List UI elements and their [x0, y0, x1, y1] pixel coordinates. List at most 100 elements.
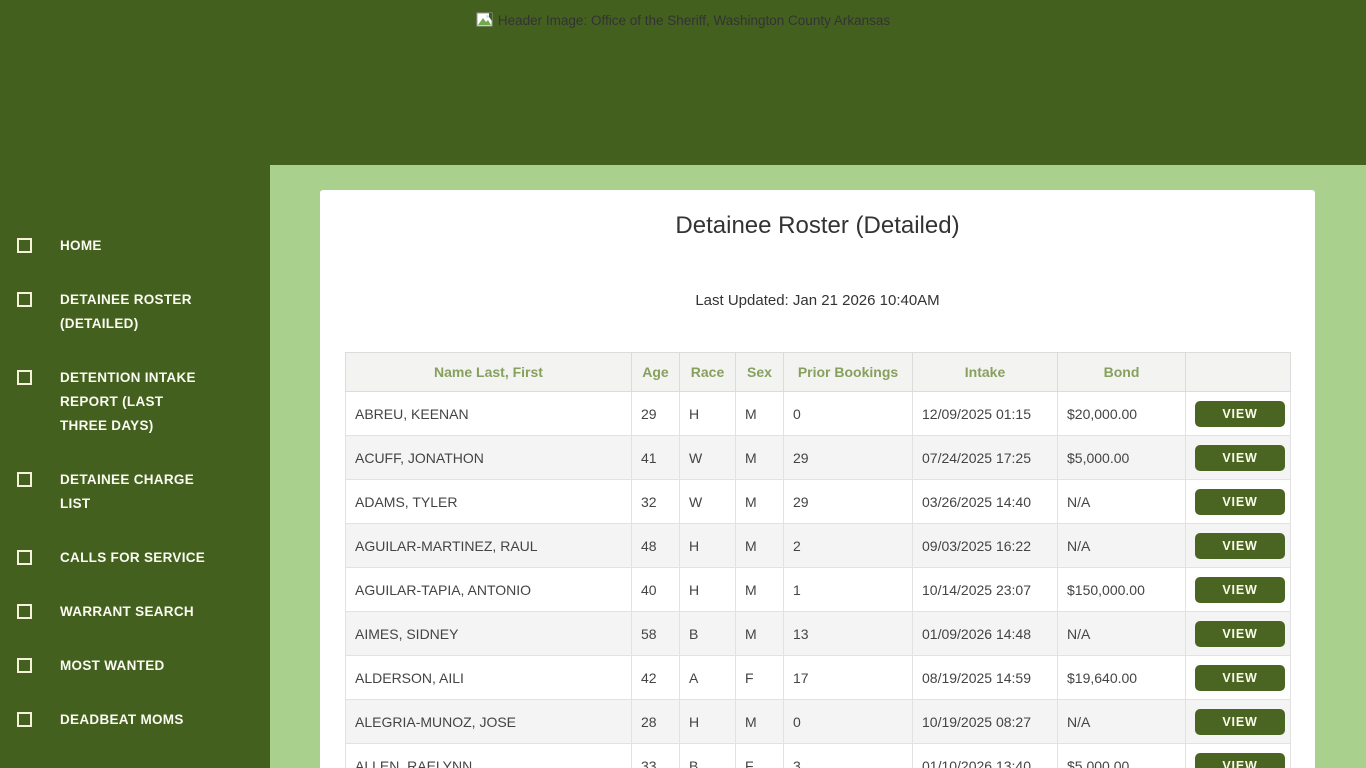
cell-prior-bookings: 17	[783, 655, 913, 700]
table-row: ALEGRIA-MUNOZ, JOSE 28 H M 0 10/19/2025 …	[345, 699, 1291, 744]
cell-race: H	[679, 699, 736, 744]
cell-bond: $20,000.00	[1057, 391, 1186, 436]
cell-race: H	[679, 391, 736, 436]
cell-prior-bookings: 29	[783, 435, 913, 480]
cell-prior-bookings: 13	[783, 611, 913, 656]
cell-race: H	[679, 567, 736, 612]
column-header: Intake	[912, 352, 1058, 392]
cell-name: AGUILAR-TAPIA, ANTONIO	[345, 567, 632, 612]
sidebar-item-label: CALLS FOR SERVICE	[60, 550, 206, 565]
cell-age: 32	[631, 479, 680, 524]
sidebar-item-detainee-roster-detailed[interactable]: DETAINEE ROSTER (DETAILED)	[0, 288, 270, 336]
column-header: Name Last, First	[345, 352, 632, 392]
column-header: Bond	[1057, 352, 1186, 392]
sidebar-item-label: DETAINEE CHARGE LIST	[60, 472, 195, 511]
cell-race: H	[679, 523, 736, 568]
cell-sex: M	[735, 523, 784, 568]
view-button[interactable]: VIEW	[1195, 488, 1285, 515]
cell-age: 48	[631, 523, 680, 568]
view-button[interactable]: VIEW	[1195, 664, 1285, 691]
cell-age: 29	[631, 391, 680, 436]
cell-age: 42	[631, 655, 680, 700]
broken-bullet-icon	[17, 238, 32, 253]
cell-race: W	[679, 435, 736, 480]
view-button[interactable]: VIEW	[1195, 752, 1285, 768]
cell-prior-bookings: 1	[783, 567, 913, 612]
cell-intake: 12/09/2025 01:15	[912, 391, 1058, 436]
cell-prior-bookings: 2	[783, 523, 913, 568]
cell-prior-bookings: 0	[783, 699, 913, 744]
cell-race: A	[679, 655, 736, 700]
cell-prior-bookings: 29	[783, 479, 913, 524]
column-header: Prior Bookings	[783, 352, 913, 392]
cell-view: VIEW	[1185, 391, 1291, 436]
cell-age: 58	[631, 611, 680, 656]
sidebar-item-calls-for-service[interactable]: CALLS FOR SERVICE	[0, 546, 270, 570]
cell-name: ALLEN, RAELYNN	[345, 743, 632, 768]
view-button[interactable]: VIEW	[1195, 444, 1285, 471]
view-button[interactable]: VIEW	[1195, 532, 1285, 559]
cell-bond: N/A	[1057, 479, 1186, 524]
cell-intake: 03/26/2025 14:40	[912, 479, 1058, 524]
cell-intake: 01/09/2026 14:48	[912, 611, 1058, 656]
view-button[interactable]: VIEW	[1195, 576, 1285, 603]
cell-sex: F	[735, 655, 784, 700]
cell-view: VIEW	[1185, 435, 1291, 480]
table-row: ABREU, KEENAN 29 H M 0 12/09/2025 01:15 …	[345, 391, 1291, 436]
cell-bond: N/A	[1057, 523, 1186, 568]
cell-age: 41	[631, 435, 680, 480]
cell-intake: 08/19/2025 14:59	[912, 655, 1058, 700]
roster-table-body: ABREU, KEENAN 29 H M 0 12/09/2025 01:15 …	[345, 391, 1291, 768]
cell-sex: M	[735, 611, 784, 656]
cell-name: AIMES, SIDNEY	[345, 611, 632, 656]
table-row: AGUILAR-MARTINEZ, RAUL 48 H M 2 09/03/20…	[345, 523, 1291, 568]
cell-intake: 01/10/2026 13:40	[912, 743, 1058, 768]
cell-view: VIEW	[1185, 479, 1291, 524]
cell-prior-bookings: 3	[783, 743, 913, 768]
cell-intake: 09/03/2025 16:22	[912, 523, 1058, 568]
cell-bond: $150,000.00	[1057, 567, 1186, 612]
cell-sex: M	[735, 479, 784, 524]
broken-bullet-icon	[17, 292, 32, 307]
table-header-row: Name Last, First Age Race Sex Prior Bookings…	[345, 352, 1291, 392]
view-button[interactable]: VIEW	[1195, 708, 1285, 735]
sidebar-item-label: DETENTION INTAKE REPORT (LAST THREE DAYS…	[60, 370, 196, 433]
header-image-alt: Header Image: Office of the Sheriff, Was…	[0, 12, 1366, 30]
cell-view: VIEW	[1185, 655, 1291, 700]
sidebar-item-detainee-charge-list[interactable]: DETAINEE CHARGE LIST	[0, 468, 270, 516]
cell-bond: $5,000.00	[1057, 743, 1186, 768]
roster-table: Name Last, First Age Race Sex Prior Bookings…	[345, 352, 1291, 768]
page-title: Detainee Roster (Detailed)	[675, 212, 960, 239]
cell-age: 33	[631, 743, 680, 768]
table-row: ALLEN, RAELYNN 33 B F 3 01/10/2026 13:40…	[345, 743, 1291, 768]
sidebar-item-most-wanted[interactable]: MOST WANTED	[0, 654, 270, 678]
sidebar-item-deadbeat-moms[interactable]: DEADBEAT MOMS	[0, 708, 270, 732]
sidebar-item-label: WARRANT SEARCH	[60, 604, 194, 619]
cell-sex: F	[735, 743, 784, 768]
cell-view: VIEW	[1185, 567, 1291, 612]
cell-bond: $5,000.00	[1057, 435, 1186, 480]
cell-sex: M	[735, 699, 784, 744]
cell-view: VIEW	[1185, 611, 1291, 656]
view-button[interactable]: VIEW	[1195, 400, 1285, 427]
table-row: ACUFF, JONATHON 41 W M 29 07/24/2025 17:…	[345, 435, 1291, 480]
broken-bullet-icon	[17, 472, 32, 487]
roster-card: Detainee Roster (Detailed) Last Updated:…	[320, 190, 1315, 768]
broken-bullet-icon	[17, 550, 32, 565]
sidebar-item-home[interactable]: HOME	[0, 234, 270, 258]
cell-name: AGUILAR-MARTINEZ, RAUL	[345, 523, 632, 568]
cell-race: W	[679, 479, 736, 524]
column-header: Sex	[735, 352, 784, 392]
cell-view: VIEW	[1185, 743, 1291, 768]
sidebar-item-warrant-search[interactable]: WARRANT SEARCH	[0, 600, 270, 624]
broken-bullet-icon	[17, 658, 32, 673]
last-updated: Last Updated: Jan 21 2026 10:40AM	[695, 292, 940, 309]
sidebar-item-detention-intake-report-last-three-days[interactable]: DETENTION INTAKE REPORT (LAST THREE DAYS…	[0, 366, 270, 438]
cell-sex: M	[735, 567, 784, 612]
view-button[interactable]: VIEW	[1195, 620, 1285, 647]
sidebar-item-label: MOST WANTED	[60, 658, 165, 673]
table-row: AIMES, SIDNEY 58 B M 13 01/09/2026 14:48…	[345, 611, 1291, 656]
cell-race: B	[679, 743, 736, 768]
cell-bond: N/A	[1057, 611, 1186, 656]
cell-race: B	[679, 611, 736, 656]
